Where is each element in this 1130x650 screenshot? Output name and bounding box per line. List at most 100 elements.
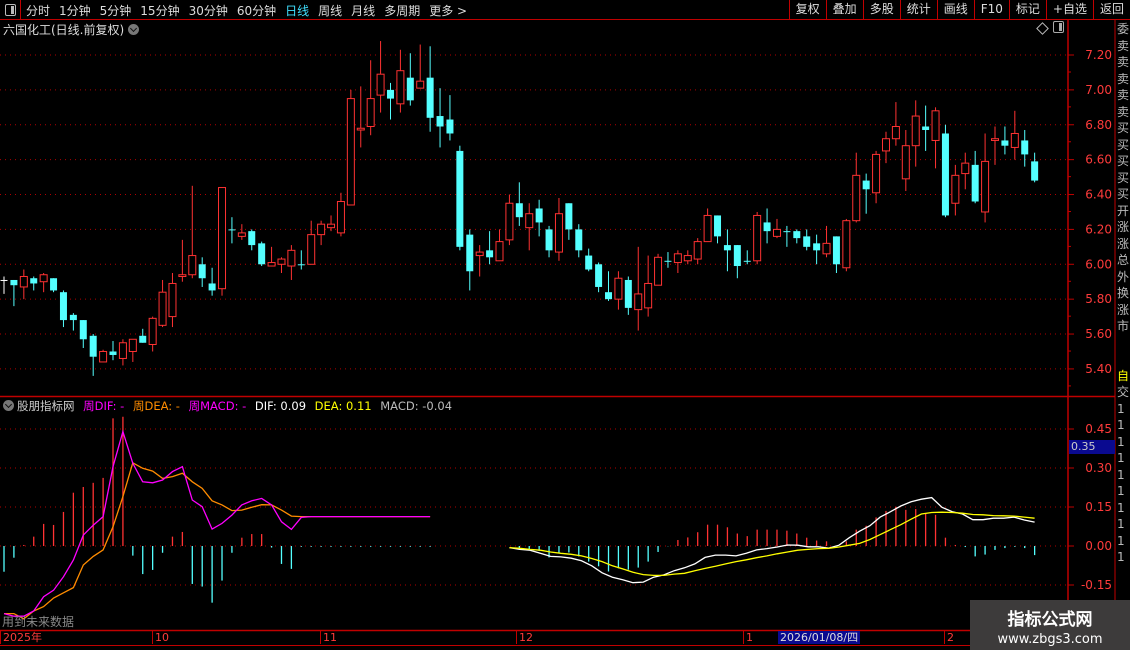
chart-canvas[interactable]: 7.20 7.00 6.80 6.60 6.40 6.20 6.00 5.80 5.60 5.40… (0, 0, 1130, 650)
candle-body (981, 160, 990, 213)
candle-body (208, 283, 216, 291)
toolbar-button[interactable]: 复权 (788, 0, 826, 20)
side-panel-item: 1 (1117, 550, 1125, 564)
price-tick-label: 6.80 (1085, 118, 1112, 132)
candle-body (961, 162, 970, 175)
period-tab[interactable]: 5分钟 (100, 4, 132, 18)
candle-body (19, 275, 28, 288)
candle-body (971, 164, 979, 202)
y-axis-labels: 7.20 7.00 6.80 6.60 6.40 6.20 6.00 5.80 5.60 5.40… (1081, 48, 1112, 592)
chevron-down-icon[interactable] (3, 400, 14, 411)
period-tab[interactable]: 日线 (285, 4, 309, 18)
candle-body (525, 213, 534, 229)
side-panel-item: 卖 (1117, 71, 1130, 86)
candle-body (237, 232, 246, 237)
legend-dea: DEA: 0.11 (314, 399, 372, 413)
candle-body (366, 98, 375, 128)
macd-tick-label: 0.00 (1085, 539, 1112, 553)
toolbar-button[interactable]: 叠加 (825, 0, 863, 20)
period-tab[interactable]: 分时 (26, 4, 50, 18)
macd-tick-label: -0.15 (1081, 578, 1112, 592)
toolbar-button[interactable]: +自选 (1045, 0, 1093, 20)
indicator-name[interactable]: 股朋指标网 (17, 399, 75, 413)
quote-side-panel[interactable]: 委卖卖卖卖卖买买买买买开涨涨总外换涨市 自交1111111111 (1116, 21, 1130, 621)
candle-body (575, 229, 583, 251)
price-tick-label: 7.00 (1085, 83, 1112, 97)
candle-body (822, 242, 831, 255)
period-tab[interactable]: 更多 > (429, 4, 467, 18)
period-tab[interactable]: 1分钟 (59, 4, 91, 18)
candle-body (624, 279, 632, 308)
side-panel-item: 买 (1117, 170, 1130, 185)
toolbar-button[interactable]: 画线 (936, 0, 974, 20)
cursor-date: 2026/01/08/四 (778, 631, 861, 644)
candle-body (733, 245, 741, 267)
candle-body (228, 229, 236, 231)
candle-body (891, 126, 900, 140)
side-panel-item (1117, 351, 1130, 368)
candle-body (505, 202, 514, 241)
candle-body (50, 278, 58, 291)
candlestick-series[interactable] (0, 41, 1039, 376)
legend-weekly-macd: 周MACD: - (188, 399, 247, 413)
macd-series (3, 416, 1036, 620)
stock-title: 六国化工(日线.前复权) (3, 23, 125, 37)
candle-body (664, 260, 672, 262)
candle-body (793, 231, 801, 239)
future-data-warning: 用到未来数据 (2, 615, 75, 629)
candle-body (565, 203, 573, 230)
candle-body (39, 274, 48, 283)
candle-body (198, 264, 206, 279)
price-tick-label: 5.80 (1085, 292, 1112, 306)
candle-body (258, 243, 266, 265)
candle-body (486, 250, 494, 258)
daily-dif-line (509, 496, 1035, 584)
side-panel-item: 市 (1117, 319, 1130, 333)
side-panel-item (1117, 335, 1130, 352)
price-tick-label: 5.40 (1085, 362, 1112, 376)
period-tab[interactable]: 15分钟 (140, 4, 179, 18)
candle-body (1001, 140, 1009, 146)
side-panel-item: 委 (1117, 22, 1130, 36)
candle-body (515, 203, 523, 218)
sidebar-toggle-icon[interactable] (1053, 21, 1064, 33)
candle-body (10, 279, 18, 286)
candle-body (585, 255, 593, 270)
toolbar-button[interactable]: F10 (973, 0, 1009, 20)
macd-tick-label: 0.45 (1085, 422, 1112, 436)
candle-body (426, 77, 434, 118)
period-tab[interactable]: 多周期 (384, 4, 420, 18)
candle-body (614, 277, 623, 300)
toolbar-button[interactable]: 返回 (1092, 0, 1130, 20)
period-tab[interactable]: 30分钟 (189, 4, 228, 18)
time-label: 12 (516, 631, 533, 644)
time-label: 2025年 (0, 631, 42, 644)
period-tab[interactable]: 60分钟 (237, 4, 276, 18)
price-tick-label: 6.60 (1085, 153, 1112, 167)
candle-body (605, 292, 613, 300)
side-panel-item: 自 (1117, 368, 1130, 383)
side-panel-item: 涨 (1117, 220, 1130, 234)
side-panel-item: 卖 (1117, 104, 1130, 119)
candle-body (554, 213, 563, 253)
candle-body (287, 249, 296, 267)
candle-body (842, 220, 851, 269)
period-tab[interactable]: 周线 (318, 4, 342, 18)
side-panel-item: 1 (1117, 467, 1125, 482)
toolbar-button[interactable]: 标记 (1008, 0, 1046, 20)
period-tab[interactable]: 月线 (351, 4, 375, 18)
toolbar: 分时 1分钟 5分钟 15分钟 30分钟 60分钟 日线 周线 月线 多周期 更多 > 复权 叠加 多股… (0, 0, 1130, 20)
toolbar-button[interactable]: 多股 (862, 0, 900, 20)
toolbar-button[interactable]: 统计 (899, 0, 937, 20)
side-panel-item: 买 (1117, 121, 1130, 135)
candle-body (158, 291, 167, 326)
time-label: 2 (944, 631, 954, 644)
candle-body (346, 98, 355, 206)
chevron-down-icon[interactable] (128, 24, 140, 35)
side-panel-item: 1 (1117, 500, 1125, 515)
candle-body (772, 228, 781, 237)
legend-dif: DIF: 0.09 (254, 399, 307, 413)
panel-toggle-icon[interactable] (0, 0, 21, 20)
price-tick-label: 7.20 (1085, 48, 1112, 62)
candle-body (743, 260, 751, 262)
